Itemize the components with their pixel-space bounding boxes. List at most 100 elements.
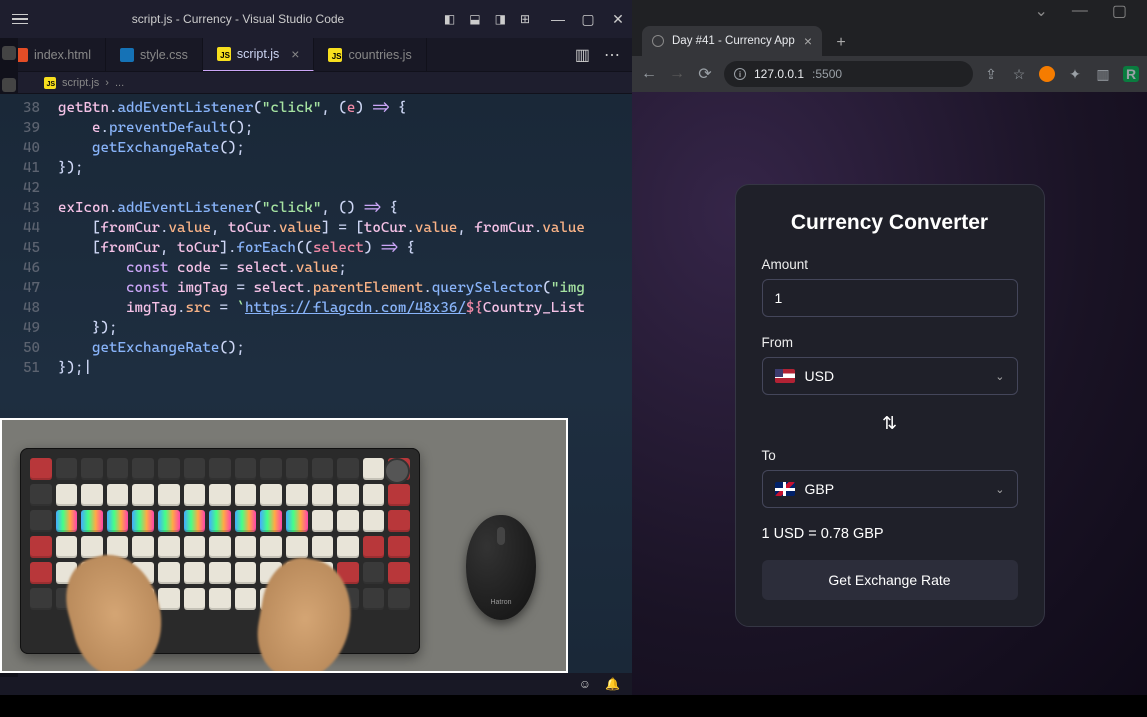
code-line[interactable]: 45 [fromCur, toCur].forEach((select) => …: [18, 238, 632, 258]
explorer-icon[interactable]: [2, 46, 16, 60]
keyboard-key: [363, 536, 385, 558]
close-icon[interactable]: ✕: [612, 13, 624, 25]
code-line[interactable]: 44 [fromCur.value, toCur.value] = [toCur…: [18, 218, 632, 238]
forward-button[interactable]: →: [668, 65, 686, 83]
profile-avatar[interactable]: R: [1123, 66, 1139, 82]
keyboard-key: [260, 484, 282, 506]
browser-toolbar: ← → ⟳ i 127.0.0.1:5500 ⇪ ☆ ✦ ▥ R: [632, 56, 1147, 92]
from-select[interactable]: USD ⌄: [762, 357, 1018, 395]
address-bar[interactable]: i 127.0.0.1:5500: [724, 61, 973, 87]
keyboard-key: [337, 536, 359, 558]
vscode-status-bar: ☺ 🔔: [0, 673, 632, 695]
window-minimize-icon[interactable]: —: [1072, 2, 1088, 20]
keyboard-key: [30, 588, 52, 610]
maximize-icon[interactable]: ▢: [582, 13, 594, 25]
tab-countries-js[interactable]: JS countries.js: [314, 38, 426, 71]
code-line[interactable]: 40 getExchangeRate();: [18, 138, 632, 158]
extensions-puzzle-icon[interactable]: ✦: [1067, 66, 1083, 82]
split-editor-icon[interactable]: ▥: [575, 45, 590, 65]
feedback-icon[interactable]: ☺: [579, 677, 591, 691]
code-line[interactable]: 48 imgTag.src = `https://flagcdn.com/48x…: [18, 298, 632, 318]
keyboard-key: [158, 458, 180, 480]
keyboard-key: [209, 536, 231, 558]
keyboard-key: [107, 458, 129, 480]
keyboard-camera-overlay: Hatron: [0, 418, 568, 673]
close-tab-icon[interactable]: ×: [804, 33, 812, 49]
code-content[interactable]: });: [58, 158, 84, 178]
keyboard-key: [81, 484, 103, 506]
bell-icon[interactable]: 🔔: [605, 677, 620, 691]
code-line[interactable]: 42: [18, 178, 632, 198]
extension-icon[interactable]: [1039, 66, 1055, 82]
code-content[interactable]: imgTag.src = `https://flagcdn.com/48x36/…: [58, 298, 585, 318]
keyboard-key: [312, 536, 334, 558]
menu-icon[interactable]: [12, 9, 32, 29]
keyboard-key: [260, 458, 282, 480]
panel-right-icon[interactable]: ◨: [495, 12, 506, 26]
keyboard-key: [363, 562, 385, 584]
code-content[interactable]: const code = select.value;: [58, 258, 347, 278]
code-line[interactable]: 38getBtn.addEventListener("click", (e) =…: [18, 98, 632, 118]
code-content[interactable]: });|: [58, 358, 92, 378]
amount-label: Amount: [762, 257, 1018, 272]
url-port: :5500: [812, 67, 842, 81]
keyboard-key: [235, 562, 257, 584]
keyboard-key: [184, 484, 206, 506]
code-line[interactable]: 41});: [18, 158, 632, 178]
tab-style-css[interactable]: style.css: [106, 38, 203, 71]
code-line[interactable]: 49 });: [18, 318, 632, 338]
share-icon[interactable]: ⇪: [983, 66, 999, 82]
new-tab-button[interactable]: +: [828, 30, 854, 56]
tab-script-js[interactable]: JS script.js ×: [203, 38, 315, 71]
reload-button[interactable]: ⟳: [696, 64, 714, 84]
keyboard-key: [337, 510, 359, 532]
code-content[interactable]: e.preventDefault();: [58, 118, 253, 138]
window-expand-icon[interactable]: ⌄: [1034, 1, 1047, 21]
line-number: 47: [18, 278, 58, 298]
code-content[interactable]: getExchangeRate();: [58, 338, 245, 358]
panel-icon[interactable]: ▥: [1095, 66, 1111, 82]
close-tab-icon[interactable]: ×: [291, 46, 299, 62]
code-line[interactable]: 51});|: [18, 358, 632, 378]
chevron-down-icon: ⌄: [995, 483, 1004, 496]
line-number: 49: [18, 318, 58, 338]
code-content[interactable]: exIcon.addEventListener("click", () => {: [58, 198, 398, 218]
code-line[interactable]: 46 const code = select.value;: [18, 258, 632, 278]
keyboard-key: [158, 562, 180, 584]
code-line[interactable]: 39 e.preventDefault();: [18, 118, 632, 138]
code-content[interactable]: [fromCur.value, toCur.value] = [toCur.va…: [58, 218, 585, 238]
breadcrumb[interactable]: JS script.js › ...: [0, 72, 632, 94]
keyboard-key: [107, 484, 129, 506]
window-maximize-icon[interactable]: ▢: [1112, 1, 1127, 21]
keyboard-key: [388, 458, 410, 480]
site-info-icon[interactable]: i: [734, 68, 746, 80]
panel-bottom-icon[interactable]: ⬓: [469, 12, 480, 26]
get-rate-button[interactable]: Get Exchange Rate: [762, 560, 1018, 600]
more-actions-icon[interactable]: ⋯: [604, 45, 620, 65]
back-button[interactable]: ←: [640, 65, 658, 83]
amount-input[interactable]: 1: [762, 279, 1018, 317]
code-content[interactable]: getExchangeRate();: [58, 138, 245, 158]
code-content[interactable]: });: [58, 318, 117, 338]
bookmark-icon[interactable]: ☆: [1011, 66, 1027, 82]
line-number: 40: [18, 138, 58, 158]
keyboard-key: [209, 510, 231, 532]
layout-grid-icon[interactable]: ⊞: [520, 12, 530, 26]
keyboard-key: [81, 458, 103, 480]
panel-left-icon[interactable]: ◧: [444, 12, 455, 26]
code-line[interactable]: 47 const imgTag = select.parentElement.q…: [18, 278, 632, 298]
code-content[interactable]: getBtn.addEventListener("click", (e) => …: [58, 98, 406, 118]
keyboard-key: [235, 536, 257, 558]
keyboard-key: [312, 484, 334, 506]
search-icon[interactable]: [2, 78, 16, 92]
swap-button[interactable]: ⇅: [762, 413, 1018, 434]
code-line[interactable]: 43exIcon.addEventListener("click", () =>…: [18, 198, 632, 218]
browser-tab[interactable]: Day #41 - Currency App ×: [642, 26, 822, 56]
code-line[interactable]: 50 getExchangeRate();: [18, 338, 632, 358]
code-content[interactable]: [fromCur, toCur].forEach((select) => {: [58, 238, 415, 258]
minimize-icon[interactable]: —: [552, 13, 564, 25]
keyboard-key: [388, 536, 410, 558]
to-label: To: [762, 448, 1018, 463]
to-select[interactable]: GBP ⌄: [762, 470, 1018, 508]
code-content[interactable]: const imgTag = select.parentElement.quer…: [58, 278, 585, 298]
